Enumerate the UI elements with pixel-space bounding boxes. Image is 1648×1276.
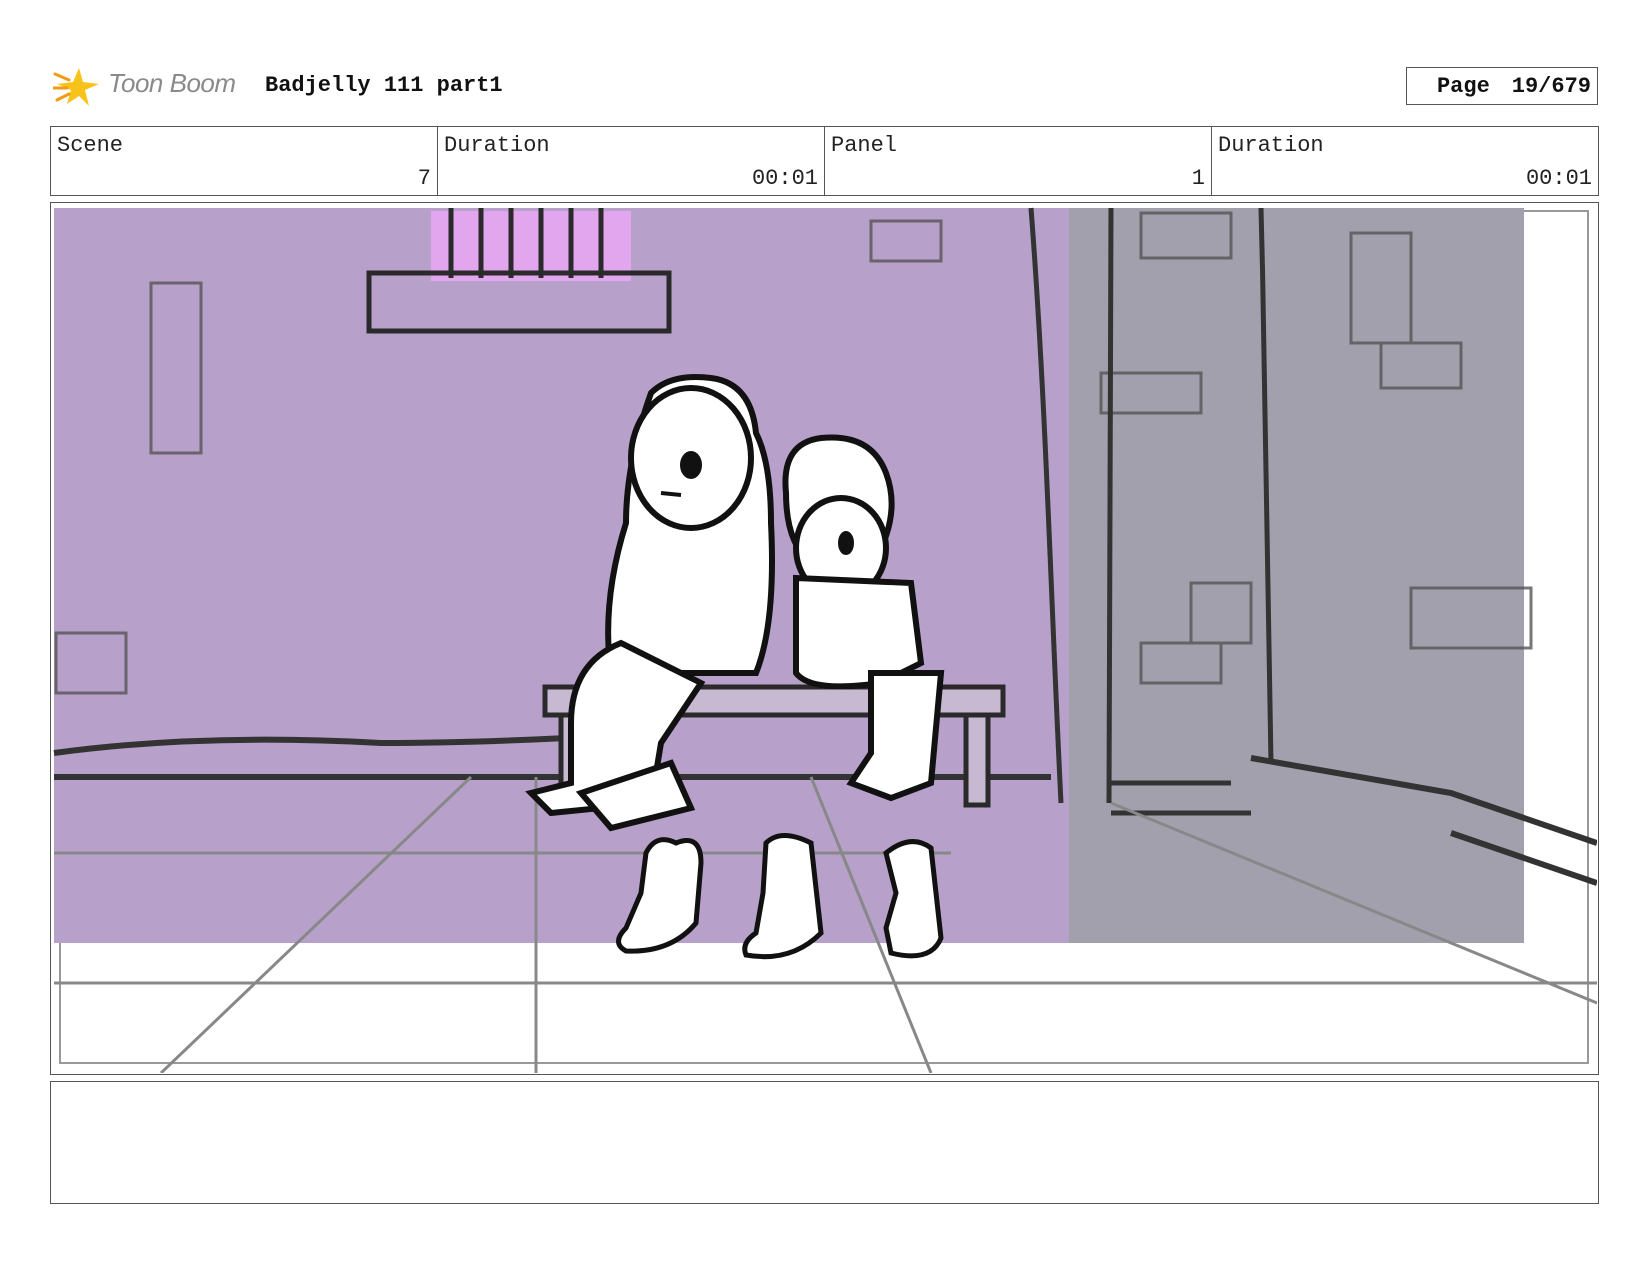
panel-notes-box	[50, 1081, 1599, 1204]
panel-duration-cell: Duration 00:01	[1212, 127, 1598, 195]
scene-duration-value: 00:01	[751, 166, 818, 191]
panel-duration-label: Duration	[1218, 133, 1324, 158]
panel-sketch	[53, 207, 1597, 1073]
scene-duration-label: Duration	[444, 133, 550, 158]
scene-cell: Scene 7	[51, 127, 438, 195]
document-title: Badjelly 111 part1	[265, 73, 503, 98]
page-indicator: Page 19/679	[1406, 67, 1598, 105]
scene-info-row: Scene 7 Duration 00:01 Panel 1 Duration …	[50, 126, 1599, 196]
scene-duration-cell: Duration 00:01	[438, 127, 825, 195]
star-burst-icon	[53, 68, 99, 106]
panel-label: Panel	[831, 133, 898, 158]
page-number: 19/679	[1511, 73, 1591, 99]
scene-label: Scene	[57, 133, 124, 158]
scene-number: 7	[417, 166, 431, 191]
storyboard-header: Toon Boom Badjelly 111 part1 Page 19/679	[53, 58, 1598, 110]
panel-number: 1	[1191, 166, 1205, 191]
logo-text: Toon Boom	[108, 68, 236, 98]
panel-cell: Panel 1	[825, 127, 1212, 195]
page-label: Page	[1436, 73, 1490, 99]
mice-group	[616, 833, 944, 960]
storyboard-panel	[50, 202, 1599, 1075]
panel-duration-value: 00:01	[1525, 166, 1592, 191]
toon-boom-logo: Toon Boom	[53, 58, 253, 110]
